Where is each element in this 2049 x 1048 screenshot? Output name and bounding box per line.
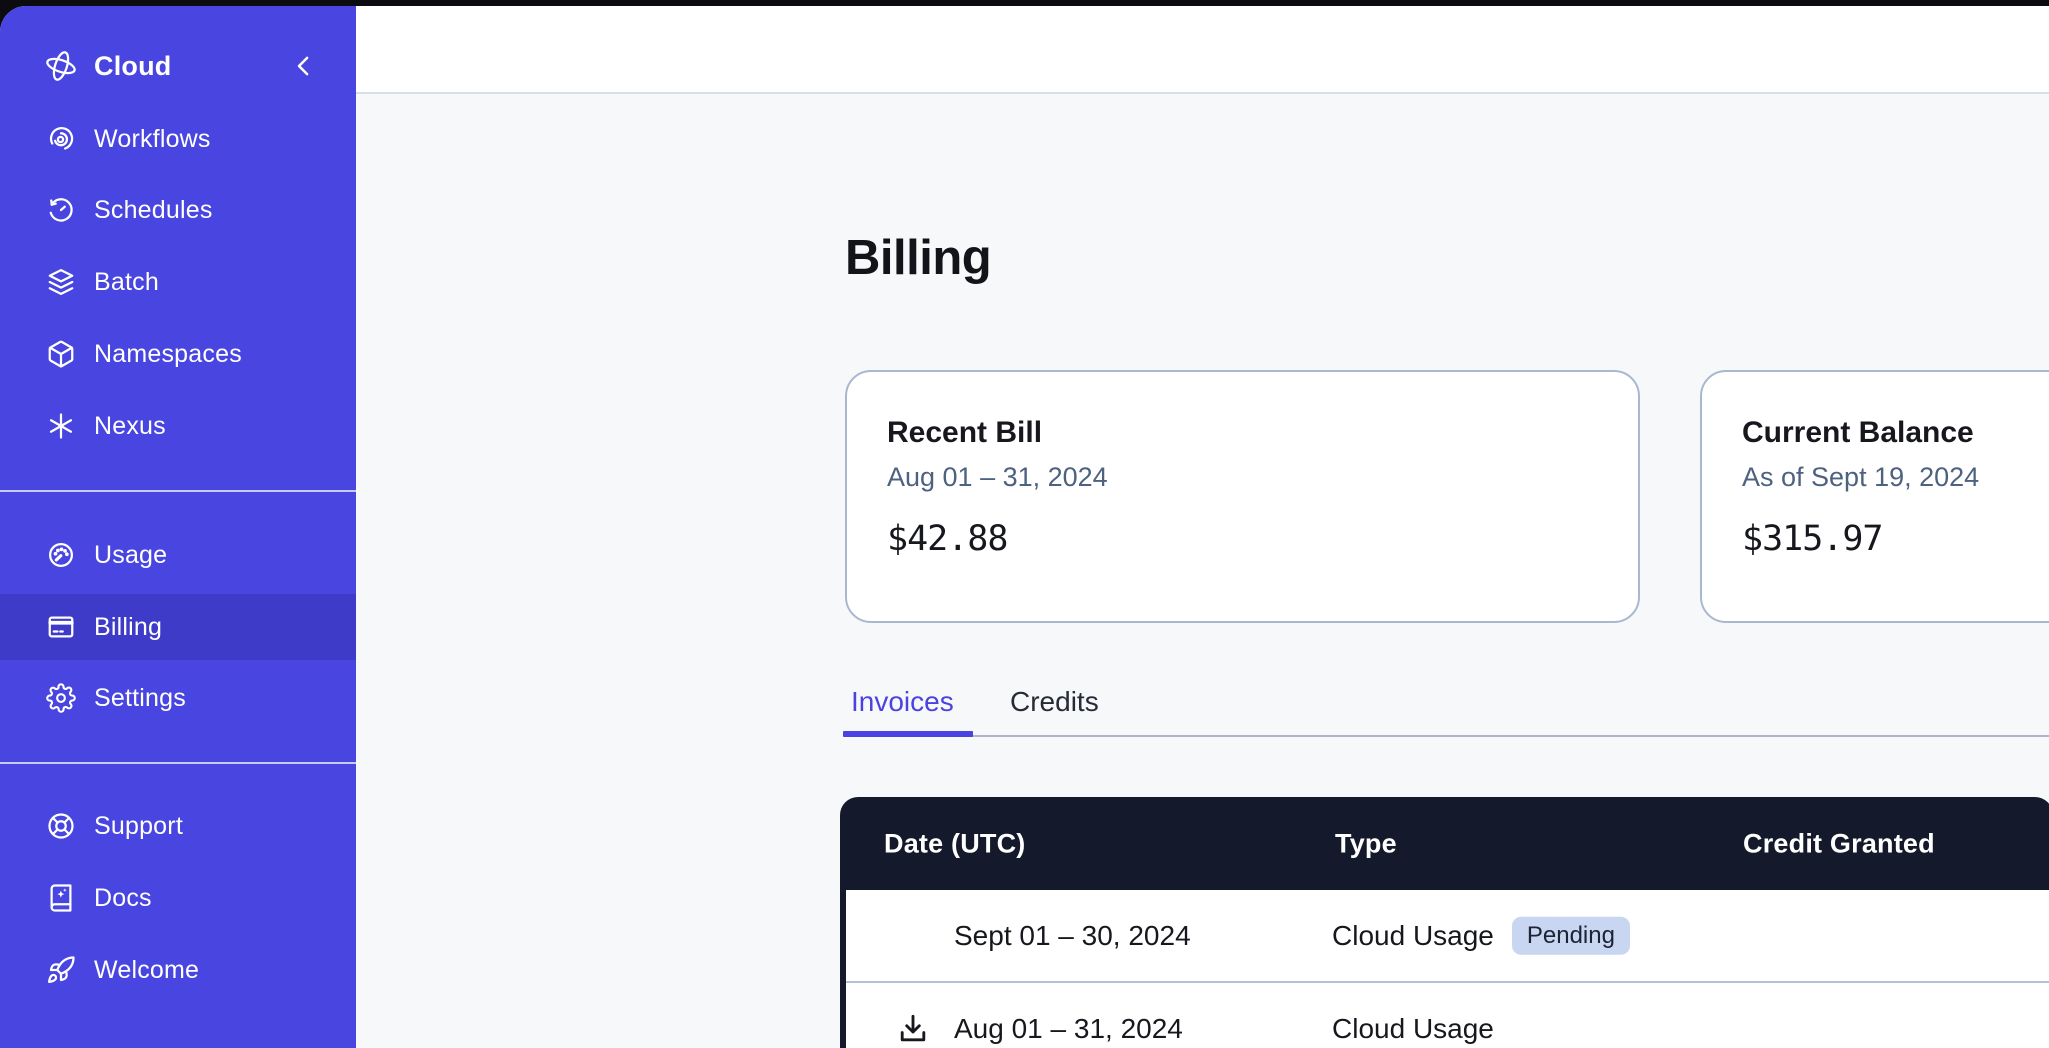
- invoice-type-cell: Cloud Usage: [1332, 1013, 1494, 1045]
- brand-label: Cloud: [94, 51, 171, 82]
- sidebar-item-label: Schedules: [94, 196, 213, 225]
- tab-bar-line: [845, 735, 2049, 737]
- docs-icon: [44, 881, 78, 915]
- download-icon: [895, 1011, 931, 1047]
- top-header-band: [356, 6, 2049, 94]
- welcome-rocket-icon: [44, 953, 78, 987]
- recent-bill-card: Recent Bill Aug 01 – 31, 2024 $42.88: [845, 370, 1640, 623]
- sidebar-item-label: Nexus: [94, 412, 166, 441]
- sidebar-item-label: Support: [94, 812, 183, 841]
- invoice-row-sept: Sept 01 – 30, 2024 Cloud Usage Pending: [840, 890, 2049, 981]
- invoice-type: Cloud Usage: [1332, 919, 1494, 951]
- sidebar-item-label: Workflows: [94, 125, 211, 154]
- sidebar-item-settings[interactable]: Settings: [0, 665, 356, 731]
- sidebar-item-label: Settings: [94, 684, 186, 713]
- sidebar-item-welcome[interactable]: Welcome: [0, 937, 356, 1003]
- sidebar-item-schedules[interactable]: Schedules: [0, 177, 356, 243]
- support-icon: [44, 809, 78, 843]
- column-header-type: Type: [1335, 828, 1397, 859]
- page-title: Billing: [845, 230, 991, 286]
- active-tab-underline: [843, 731, 973, 737]
- workflows-icon: [44, 122, 78, 156]
- card-amount: $315.97: [1742, 519, 2049, 559]
- card-title: Recent Bill: [887, 416, 1598, 450]
- sidebar-item-batch[interactable]: Batch: [0, 249, 356, 315]
- invoice-row-aug: Aug 01 – 31, 2024 Cloud Usage: [840, 981, 2049, 1048]
- sidebar-item-label: Billing: [94, 613, 162, 642]
- sidebar-item-namespaces[interactable]: Namespaces: [0, 321, 356, 387]
- invoice-type-cell: Cloud Usage Pending: [1332, 916, 1630, 954]
- card-subtitle: As of Sept 19, 2024: [1742, 462, 2049, 493]
- sidebar-item-label: Usage: [94, 541, 167, 570]
- sidebar-item-billing[interactable]: Billing: [0, 594, 356, 660]
- settings-icon: [44, 681, 78, 715]
- sidebar-item-workflows[interactable]: Workflows: [0, 106, 356, 172]
- invoices-table-header: Date (UTC) Type Credit Granted: [840, 797, 2049, 890]
- sidebar-divider: [0, 490, 356, 492]
- sidebar-item-support[interactable]: Support: [0, 793, 356, 859]
- main-content: Billing Recent Bill Aug 01 – 31, 2024 $4…: [356, 94, 2049, 1048]
- nexus-icon: [44, 409, 78, 443]
- invoice-type: Cloud Usage: [1332, 1013, 1494, 1045]
- card-title: Current Balance: [1742, 416, 2049, 450]
- column-header-date: Date (UTC): [884, 828, 1026, 859]
- sidebar-item-docs[interactable]: Docs: [0, 865, 356, 931]
- tab-invoices[interactable]: Invoices: [851, 686, 954, 718]
- download-invoice-button[interactable]: [894, 1010, 932, 1048]
- temporal-logo-icon: [42, 47, 80, 85]
- sidebar: Cloud Workflows: [0, 6, 356, 1048]
- batch-icon: [44, 265, 78, 299]
- chevron-left-icon: [289, 51, 319, 81]
- sidebar-divider: [0, 762, 356, 764]
- app-window: Cloud Workflows: [0, 6, 2049, 1048]
- column-header-credit: Credit Granted: [1743, 828, 1935, 859]
- current-balance-card: Current Balance As of Sept 19, 2024 $315…: [1700, 370, 2049, 623]
- card-amount: $42.88: [887, 519, 1598, 559]
- tab-credits[interactable]: Credits: [1010, 686, 1099, 718]
- invoices-table: Date (UTC) Type Credit Granted Sept 01 –…: [840, 797, 2049, 1048]
- invoice-date: Sept 01 – 30, 2024: [954, 920, 1191, 952]
- schedules-icon: [44, 193, 78, 227]
- status-badge: Pending: [1512, 916, 1630, 954]
- sidebar-collapse-button[interactable]: [282, 44, 326, 88]
- sidebar-item-usage[interactable]: Usage: [0, 522, 356, 588]
- sidebar-item-label: Batch: [94, 268, 159, 297]
- billing-icon: [44, 610, 78, 644]
- invoice-date: Aug 01 – 31, 2024: [954, 1013, 1183, 1045]
- sidebar-item-label: Docs: [94, 884, 152, 913]
- invoices-table-body: Sept 01 – 30, 2024 Cloud Usage Pending: [840, 890, 2049, 1048]
- card-subtitle: Aug 01 – 31, 2024: [887, 462, 1598, 493]
- sidebar-item-label: Namespaces: [94, 340, 242, 369]
- sidebar-item-nexus[interactable]: Nexus: [0, 393, 356, 459]
- sidebar-item-label: Welcome: [94, 956, 199, 985]
- namespaces-icon: [44, 337, 78, 371]
- usage-icon: [44, 538, 78, 572]
